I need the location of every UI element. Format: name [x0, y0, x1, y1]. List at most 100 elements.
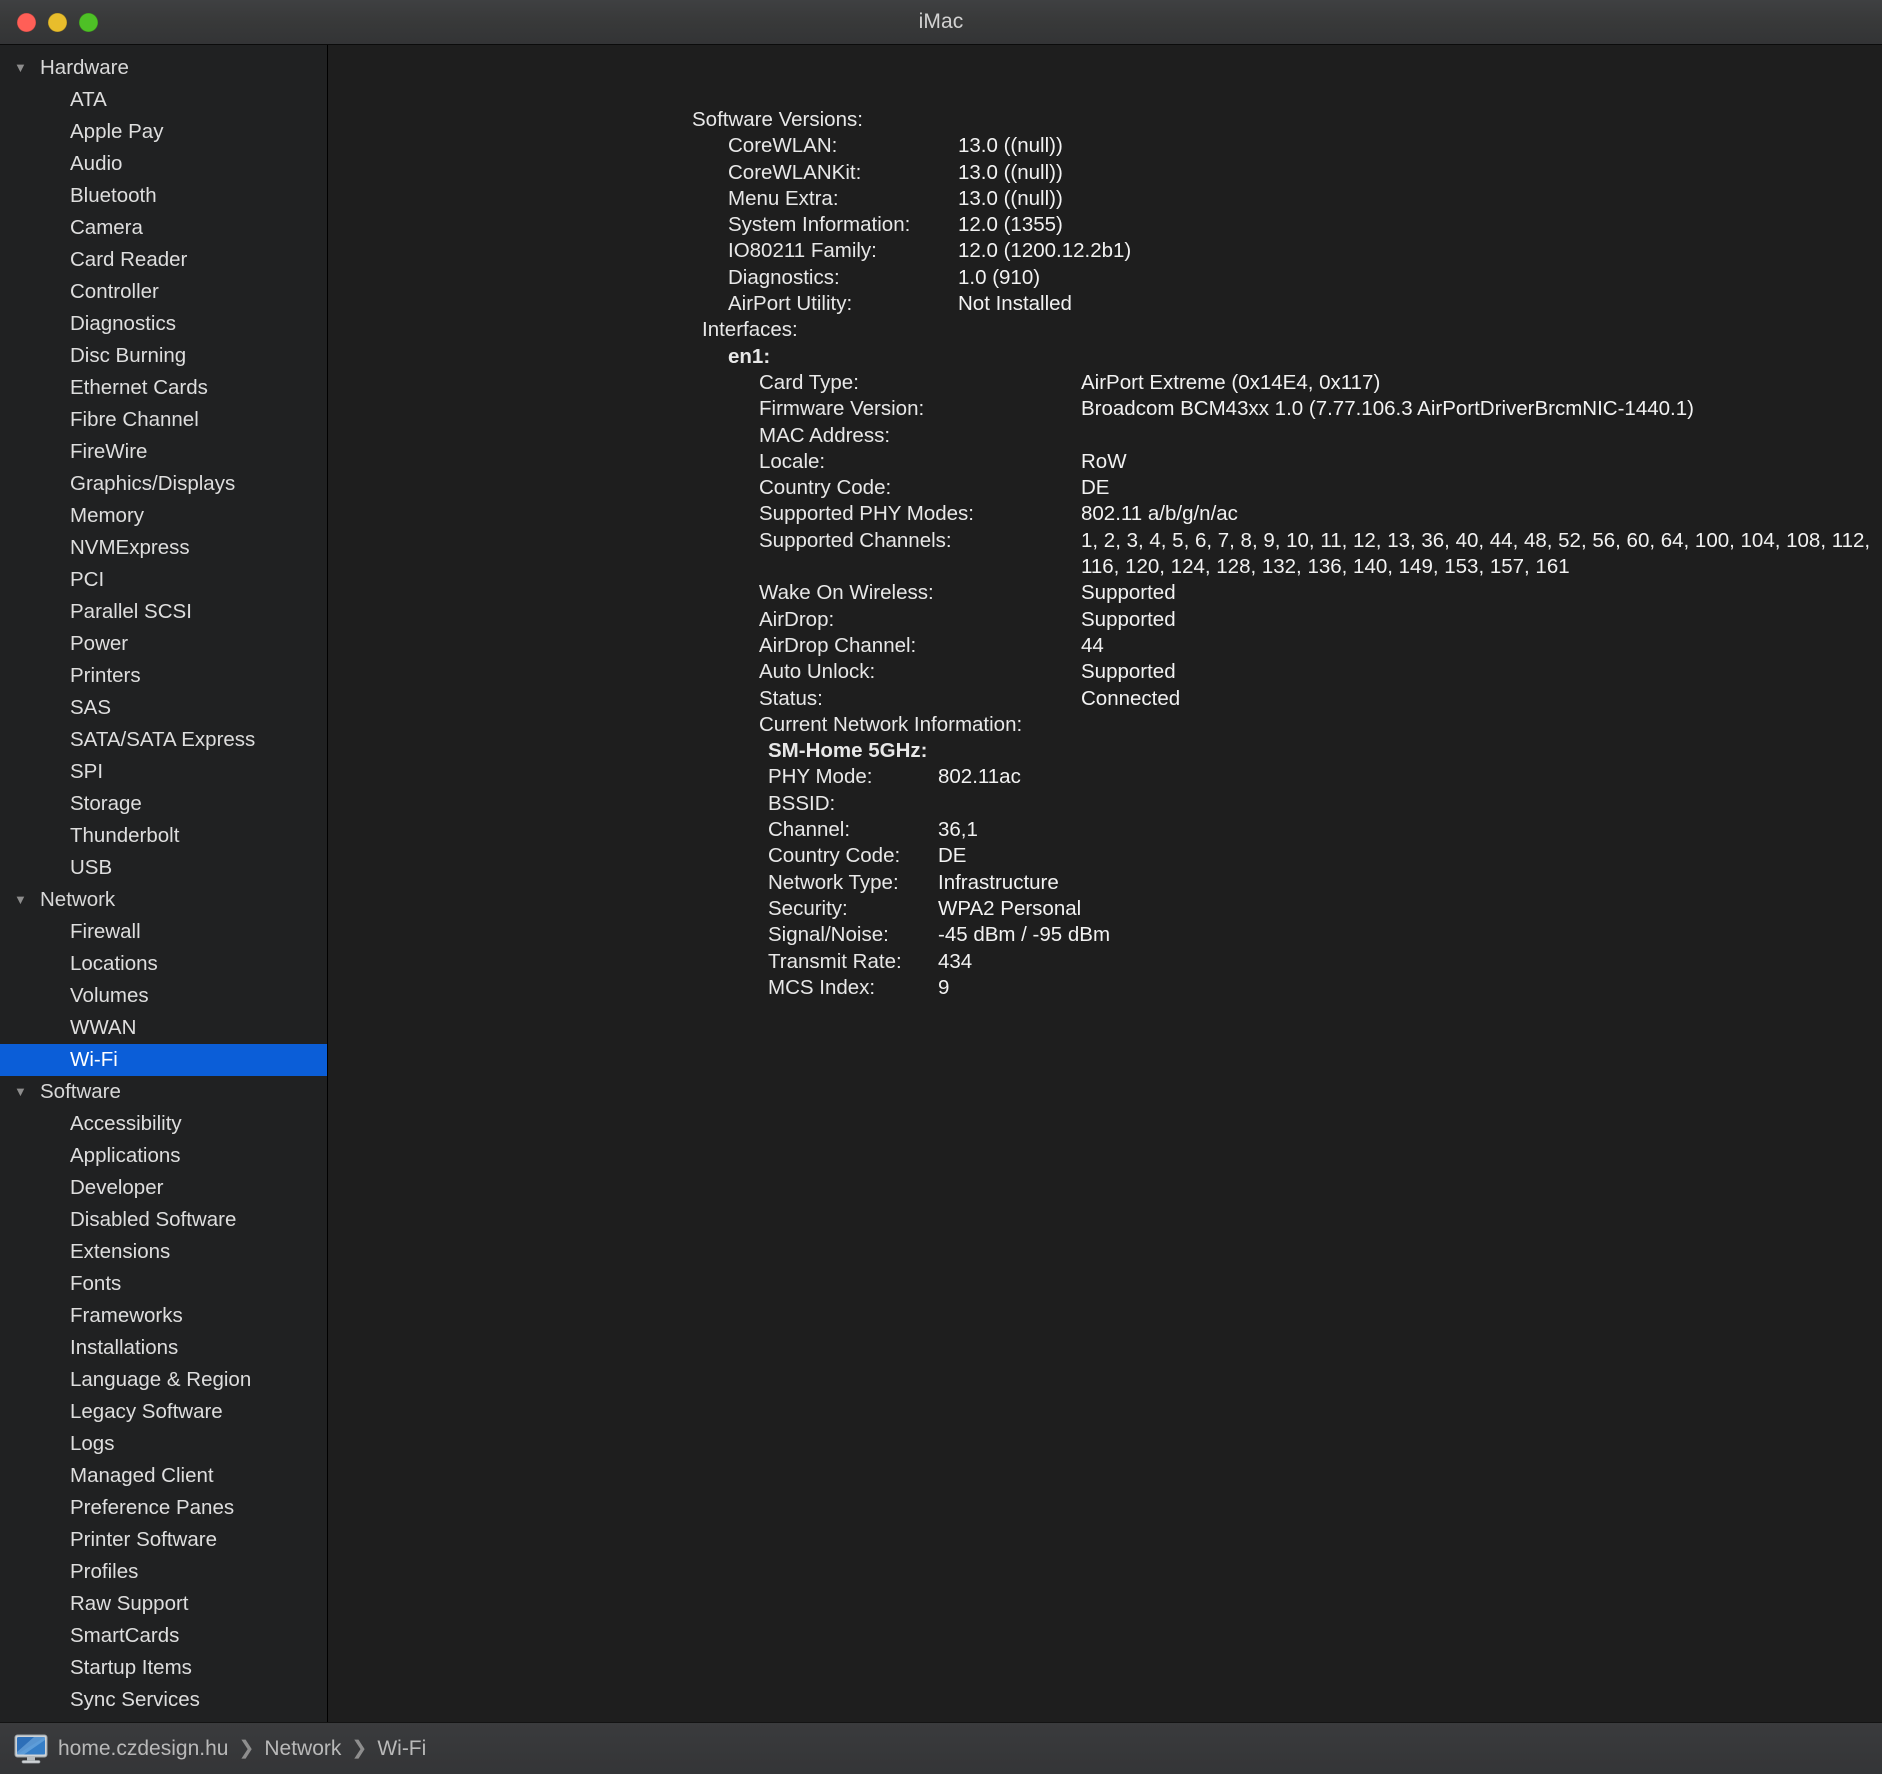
sidebar-item-label: ATA: [70, 88, 107, 111]
sidebar-item-label: Preference Panes: [70, 1496, 235, 1519]
sidebar-item-applications[interactable]: Applications: [0, 1140, 327, 1172]
zoom-button[interactable]: [79, 13, 98, 32]
sidebar-item-label: Apple Pay: [70, 120, 164, 143]
sidebar-item-sata-sata-express[interactable]: SATA/SATA Express: [0, 724, 327, 756]
sidebar-item-firewire[interactable]: FireWire: [0, 436, 327, 468]
network-row-network-type: Network Type: Infrastructure: [328, 870, 1882, 896]
sidebar-item-label: SPI: [70, 760, 104, 783]
row-key: Menu Extra:: [728, 186, 839, 210]
sidebar-item-installations[interactable]: Installations: [0, 1332, 327, 1364]
sidebar-item-bluetooth[interactable]: Bluetooth: [0, 180, 327, 212]
sidebar-item-card-reader[interactable]: Card Reader: [0, 244, 327, 276]
close-button[interactable]: [17, 13, 36, 32]
breadcrumb-bar: home.czdesign.hu ❯ Network ❯ Wi-Fi: [0, 1722, 1882, 1774]
sidebar-group-hardware[interactable]: ▼ Hardware: [0, 52, 327, 84]
sidebar-item-pci[interactable]: PCI: [0, 564, 327, 596]
row-key: Locale:: [759, 449, 826, 473]
sidebar-item-preference-panes[interactable]: Preference Panes: [0, 1492, 327, 1524]
sidebar-item-profiles[interactable]: Profiles: [0, 1556, 327, 1588]
sidebar-item-logs[interactable]: Logs: [0, 1428, 327, 1460]
disclosure-triangle-down-icon[interactable]: ▼: [14, 1085, 34, 1098]
sidebar-tree[interactable]: ▼ Hardware ATA Apple Pay Audio Bluetooth Camer…: [0, 52, 327, 1716]
software-versions-heading: Software Versions:: [692, 108, 863, 131]
sidebar-item-managed-client[interactable]: Managed Client: [0, 1460, 327, 1492]
disclosure-triangle-down-icon[interactable]: ▼: [14, 61, 34, 74]
sidebar-item-fonts[interactable]: Fonts: [0, 1268, 327, 1300]
breadcrumb-item-network[interactable]: Network: [264, 1737, 341, 1761]
breadcrumb-item-wi-fi[interactable]: Wi-Fi: [377, 1737, 426, 1761]
sidebar-item-frameworks[interactable]: Frameworks: [0, 1300, 327, 1332]
sidebar-item-wwan[interactable]: WWAN: [0, 1012, 327, 1044]
sidebar-item-sas[interactable]: SAS: [0, 692, 327, 724]
sidebar-item-label: Parallel SCSI: [70, 600, 192, 623]
sidebar-item-thunderbolt[interactable]: Thunderbolt: [0, 820, 327, 852]
sidebar-item-label: WWAN: [70, 1016, 137, 1039]
interface-row-locale: Locale: RoW: [328, 449, 1882, 475]
interface-row-mac-address: MAC Address:: [328, 423, 1882, 449]
sidebar-item-apple-pay[interactable]: Apple Pay: [0, 116, 327, 148]
row-key: Supported PHY Modes:: [759, 502, 974, 526]
sidebar-item-smartcards[interactable]: SmartCards: [0, 1620, 327, 1652]
sidebar-item-audio[interactable]: Audio: [0, 148, 327, 180]
sidebar-item-printer-software[interactable]: Printer Software: [0, 1524, 327, 1556]
sidebar-item-label: FireWire: [70, 440, 148, 463]
row-key: AirDrop Channel:: [759, 633, 917, 657]
sidebar-item-controller[interactable]: Controller: [0, 276, 327, 308]
row-value: Connected: [1081, 686, 1181, 710]
sidebar-item-volumes[interactable]: Volumes: [0, 980, 327, 1012]
sidebar-item-diagnostics[interactable]: Diagnostics: [0, 308, 327, 340]
sidebar-item-language-region[interactable]: Language & Region: [0, 1364, 327, 1396]
row-value: DE: [938, 844, 967, 868]
minimize-button[interactable]: [48, 13, 67, 32]
software-version-row-corewlan: CoreWLAN: 13.0 ((null)): [328, 133, 1882, 159]
row-value: Supported: [1081, 607, 1176, 631]
disclosure-triangle-down-icon[interactable]: ▼: [14, 893, 34, 906]
sidebar-item-developer[interactable]: Developer: [0, 1172, 327, 1204]
sidebar-item-storage[interactable]: Storage: [0, 788, 327, 820]
sidebar-item-label: Storage: [70, 792, 142, 815]
row-value: 36,1: [938, 818, 978, 842]
sidebar-item-accessibility[interactable]: Accessibility: [0, 1108, 327, 1140]
sidebar-item-graphics-displays[interactable]: Graphics/Displays: [0, 468, 327, 500]
sidebar-item-nvmexpress[interactable]: NVMExpress: [0, 532, 327, 564]
sidebar-item-label: Graphics/Displays: [70, 472, 236, 495]
sidebar-item-disabled-software[interactable]: Disabled Software: [0, 1204, 327, 1236]
sidebar-item-disc-burning[interactable]: Disc Burning: [0, 340, 327, 372]
sidebar-item-startup-items[interactable]: Startup Items: [0, 1652, 327, 1684]
sidebar[interactable]: ▼ Hardware ATA Apple Pay Audio Bluetooth Camer…: [0, 45, 328, 1722]
sidebar-item-fibre-channel[interactable]: Fibre Channel: [0, 404, 327, 436]
sidebar-item-spi[interactable]: SPI: [0, 756, 327, 788]
sidebar-item-usb[interactable]: USB: [0, 852, 327, 884]
sidebar-item-label: NVMExpress: [70, 536, 190, 559]
sidebar-group-software[interactable]: ▼ Software: [0, 1076, 327, 1108]
sidebar-item-legacy-software[interactable]: Legacy Software: [0, 1396, 327, 1428]
sidebar-item-firewall[interactable]: Firewall: [0, 916, 327, 948]
sidebar-item-printers[interactable]: Printers: [0, 660, 327, 692]
interface-row-status: Status: Connected: [328, 686, 1882, 712]
row-key: BSSID:: [768, 791, 836, 815]
sidebar-group-network[interactable]: ▼ Network: [0, 884, 327, 916]
sidebar-item-memory[interactable]: Memory: [0, 500, 327, 532]
breadcrumb[interactable]: home.czdesign.hu ❯ Network ❯ Wi-Fi: [58, 1737, 426, 1761]
sidebar-item-label: Wi-Fi: [70, 1048, 118, 1071]
sidebar-item-wi-fi[interactable]: Wi-Fi: [0, 1044, 327, 1076]
sidebar-item-locations[interactable]: Locations: [0, 948, 327, 980]
sidebar-item-power[interactable]: Power: [0, 628, 327, 660]
sidebar-item-ethernet-cards[interactable]: Ethernet Cards: [0, 372, 327, 404]
row-key: Network Type:: [768, 870, 899, 894]
breadcrumb-item-home-czdesign-hu[interactable]: home.czdesign.hu: [58, 1737, 228, 1761]
row-value: 12.0 (1200.12.2b1): [958, 239, 1132, 263]
sidebar-item-raw-support[interactable]: Raw Support: [0, 1588, 327, 1620]
sidebar-item-parallel-scsi[interactable]: Parallel SCSI: [0, 596, 327, 628]
network-row-mcs-index: MCS Index: 9: [328, 975, 1882, 1001]
row-key: Wake On Wireless:: [759, 581, 934, 605]
window-body: ▼ Hardware ATA Apple Pay Audio Bluetooth Camer…: [0, 45, 1882, 1722]
sidebar-item-extensions[interactable]: Extensions: [0, 1236, 327, 1268]
row-value: 13.0 ((null)): [958, 186, 1063, 210]
sidebar-item-ata[interactable]: ATA: [0, 84, 327, 116]
sidebar-item-sync-services[interactable]: Sync Services: [0, 1684, 327, 1716]
sidebar-item-camera[interactable]: Camera: [0, 212, 327, 244]
sidebar-item-label: Ethernet Cards: [70, 376, 208, 399]
row-key: CoreWLAN:: [728, 134, 838, 158]
row-value: Supported: [1081, 581, 1176, 605]
